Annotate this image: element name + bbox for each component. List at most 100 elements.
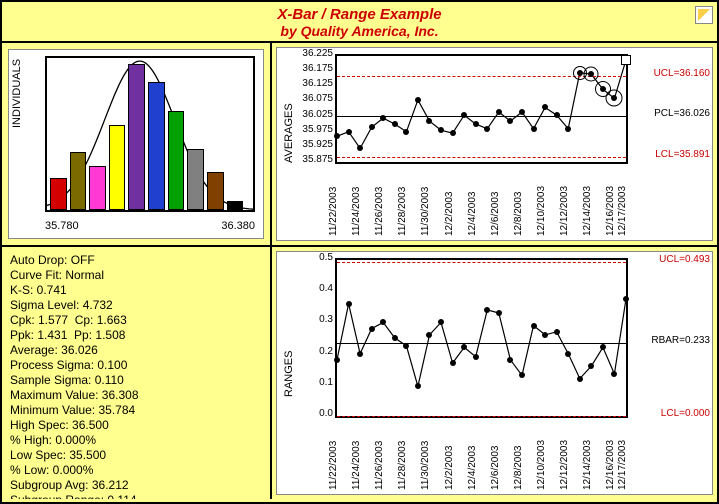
stat-line: Subgroup Range: 0.114: [10, 493, 262, 499]
data-point: [531, 323, 537, 329]
highlight-square: [621, 55, 631, 65]
range-rbar-label: RBAR=0.233: [651, 335, 710, 346]
range-ylabel: RANGES: [283, 351, 295, 397]
y-tick: 0.3: [293, 314, 333, 325]
page-title: X-Bar / Range Example: [2, 6, 717, 23]
data-point: [565, 351, 571, 357]
data-point: [496, 109, 502, 115]
header: X-Bar / Range Example by Quality America…: [2, 2, 717, 43]
y-tick: 36.125: [293, 78, 333, 89]
y-tick: 35.925: [293, 139, 333, 150]
data-point: [611, 371, 617, 377]
data-point: [346, 129, 352, 135]
x-tick: 12/4/2003: [467, 192, 478, 237]
xbar-panel: AVERAGES 35.87535.92535.97536.02536.0753…: [272, 43, 717, 247]
stat-line: Process Sigma: 0.100: [10, 358, 262, 373]
data-point: [461, 112, 467, 118]
data-point: [496, 310, 502, 316]
range-lcl-label: LCL=0.000: [661, 408, 710, 419]
histogram-bar: [227, 201, 244, 210]
data-point: [577, 376, 583, 382]
data-point: [519, 372, 525, 378]
stat-line: Subgroup Avg: 36.212: [10, 478, 262, 493]
x-tick: 12/12/2003: [559, 186, 570, 236]
stat-line: K-S: 0.741: [10, 283, 262, 298]
range-ucl-label: UCL=0.493: [659, 254, 710, 265]
data-point: [565, 126, 571, 132]
stat-line: % High: 0.000%: [10, 433, 262, 448]
x-tick: 11/30/2003: [420, 441, 431, 490]
data-point: [438, 127, 444, 133]
histogram-xmax: 36.380: [221, 220, 255, 232]
xbar-ucl-label: UCL=36.160: [654, 68, 710, 79]
stats-list: Auto Drop: OFFCurve Fit: NormalK-S: 0.74…: [2, 247, 270, 499]
histogram-bar: [50, 178, 67, 210]
highlight-circle: [584, 67, 599, 82]
x-tick: 12/8/2003: [513, 446, 524, 491]
x-tick: 12/8/2003: [513, 192, 524, 237]
range-panel: RANGES 0.00.10.20.30.40.5 11/22/200311/2…: [272, 247, 717, 499]
data-point: [426, 332, 432, 338]
histogram-plot: [45, 56, 255, 212]
data-point: [380, 115, 386, 121]
histogram-bar: [128, 64, 145, 210]
x-tick: 11/28/2003: [397, 441, 408, 490]
data-point: [554, 112, 560, 118]
data-point: [415, 383, 421, 389]
x-tick: 12/17/2003: [617, 186, 628, 236]
options-icon[interactable]: [695, 6, 713, 24]
x-tick: 11/22/2003: [328, 441, 339, 490]
x-tick: 12/4/2003: [467, 446, 478, 491]
data-point: [392, 335, 398, 341]
histogram-bar: [89, 166, 106, 210]
stat-line: Minimum Value: 35.784: [10, 403, 262, 418]
stat-line: Low Spec: 35.500: [10, 448, 262, 463]
page-subtitle: by Quality America, Inc.: [2, 23, 717, 39]
y-tick: 36.225: [293, 48, 333, 59]
histogram-ylabel: INDIVIDUALS: [11, 59, 23, 128]
histogram-bar: [148, 82, 165, 210]
data-point: [554, 329, 560, 335]
x-tick: 11/22/2003: [328, 187, 339, 236]
x-tick: 12/17/2003: [617, 440, 628, 490]
y-tick: 36.025: [293, 109, 333, 120]
data-point: [403, 343, 409, 349]
y-tick: 36.075: [293, 93, 333, 104]
y-tick: 35.875: [293, 154, 333, 165]
highlight-circle: [606, 90, 623, 107]
y-tick: 0.5: [293, 252, 333, 263]
y-tick: 0.4: [293, 283, 333, 294]
data-point: [542, 332, 548, 338]
x-tick: 12/6/2003: [490, 446, 501, 491]
data-point: [392, 121, 398, 127]
x-tick: 12/14/2003: [582, 440, 593, 490]
data-point: [484, 126, 490, 132]
x-tick: 11/30/2003: [420, 187, 431, 236]
data-point: [507, 357, 513, 363]
data-point: [450, 130, 456, 136]
data-point: [415, 97, 421, 103]
x-tick: 11/24/2003: [351, 187, 362, 236]
x-tick: 12/2/2003: [444, 192, 455, 237]
data-point: [334, 357, 340, 363]
stat-line: Auto Drop: OFF: [10, 253, 262, 268]
data-point: [473, 354, 479, 360]
histogram-panel: INDIVIDUALS 35.780 36.380: [2, 43, 272, 247]
xbar-lcl-label: LCL=35.891: [655, 149, 710, 160]
stat-line: Average: 36.026: [10, 343, 262, 358]
stats-panel: Auto Drop: OFFCurve Fit: NormalK-S: 0.74…: [2, 247, 272, 499]
data-point: [380, 319, 386, 325]
x-tick: 12/6/2003: [490, 192, 501, 237]
data-point: [369, 124, 375, 130]
histogram-xmin: 35.780: [45, 220, 79, 232]
x-tick: 12/12/2003: [559, 440, 570, 490]
stat-line: Sigma Level: 4.732: [10, 298, 262, 313]
y-tick: 0.1: [293, 377, 333, 388]
histogram-bar: [168, 111, 185, 210]
x-tick: 12/16/2003: [605, 440, 616, 490]
x-tick: 11/24/2003: [351, 441, 362, 490]
data-point: [519, 109, 525, 115]
xbar-pcl-label: PCL=36.026: [654, 108, 710, 119]
x-tick: 12/2/2003: [444, 446, 455, 491]
stat-line: Ppk: 1.431 Pp: 1.508: [10, 328, 262, 343]
